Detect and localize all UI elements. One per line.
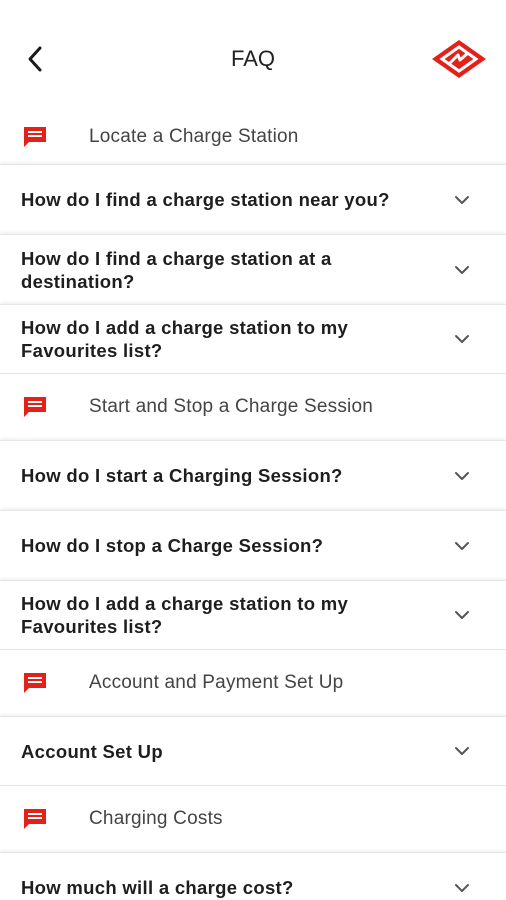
faq-question-item[interactable]: How much will a charge cost? <box>0 852 506 900</box>
section-label: Locate a Charge Station <box>89 126 299 147</box>
faq-section-header: Start and Stop a Charge Session <box>0 374 506 440</box>
question-text: Account Set Up <box>21 740 163 762</box>
section-label: Account and Payment Set Up <box>89 672 344 693</box>
chevron-down-icon <box>455 541 469 550</box>
section-label: Start and Stop a Charge Session <box>89 396 373 417</box>
faq-question-item[interactable]: How do I find a charge station near you? <box>0 164 506 234</box>
chevron-down-icon <box>455 471 469 480</box>
question-text: How do I find a charge station at a dest… <box>21 247 332 292</box>
question-text: How do I find a charge station near you? <box>21 189 390 210</box>
chevron-down-icon <box>455 265 469 274</box>
faq-question-item[interactable]: Account Set Up <box>0 716 506 786</box>
brand-logo-icon <box>430 38 488 80</box>
chevron-down-icon <box>455 335 469 343</box>
question-text: How do I start a Charging Session? <box>21 465 343 486</box>
question-text: How do I add a charge station to my Favo… <box>21 593 349 637</box>
faq-question-item[interactable]: How do I add a charge station to my Favo… <box>0 580 506 650</box>
question-text: How do I add a charge station to my Favo… <box>21 317 349 361</box>
chevron-down-icon <box>455 195 469 204</box>
faq-question-item[interactable]: How do I add a charge station to my Favo… <box>0 304 506 374</box>
chat-icon <box>24 397 46 417</box>
chat-icon <box>24 127 46 147</box>
question-text: How much will a charge cost? <box>21 877 294 898</box>
faq-section-header: Account and Payment Set Up <box>0 650 506 716</box>
faq-list: Locate a Charge Station How do I find a … <box>0 110 506 900</box>
faq-question-item[interactable]: How do I stop a Charge Session? <box>0 510 506 580</box>
app-header: FAQ <box>0 0 506 110</box>
section-label: Charging Costs <box>89 808 223 829</box>
chat-icon <box>24 673 46 693</box>
faq-question-item[interactable]: How do I start a Charging Session? <box>0 440 506 510</box>
chevron-down-icon <box>455 611 469 619</box>
faq-section-header: Charging Costs <box>0 786 506 852</box>
faq-section-header: Locate a Charge Station <box>0 110 506 164</box>
question-text: How do I stop a Charge Session? <box>21 535 324 556</box>
chat-icon <box>24 809 46 829</box>
chevron-down-icon <box>455 747 469 755</box>
faq-question-item[interactable]: How do I find a charge station at a dest… <box>0 234 506 304</box>
chevron-down-icon <box>455 883 469 892</box>
